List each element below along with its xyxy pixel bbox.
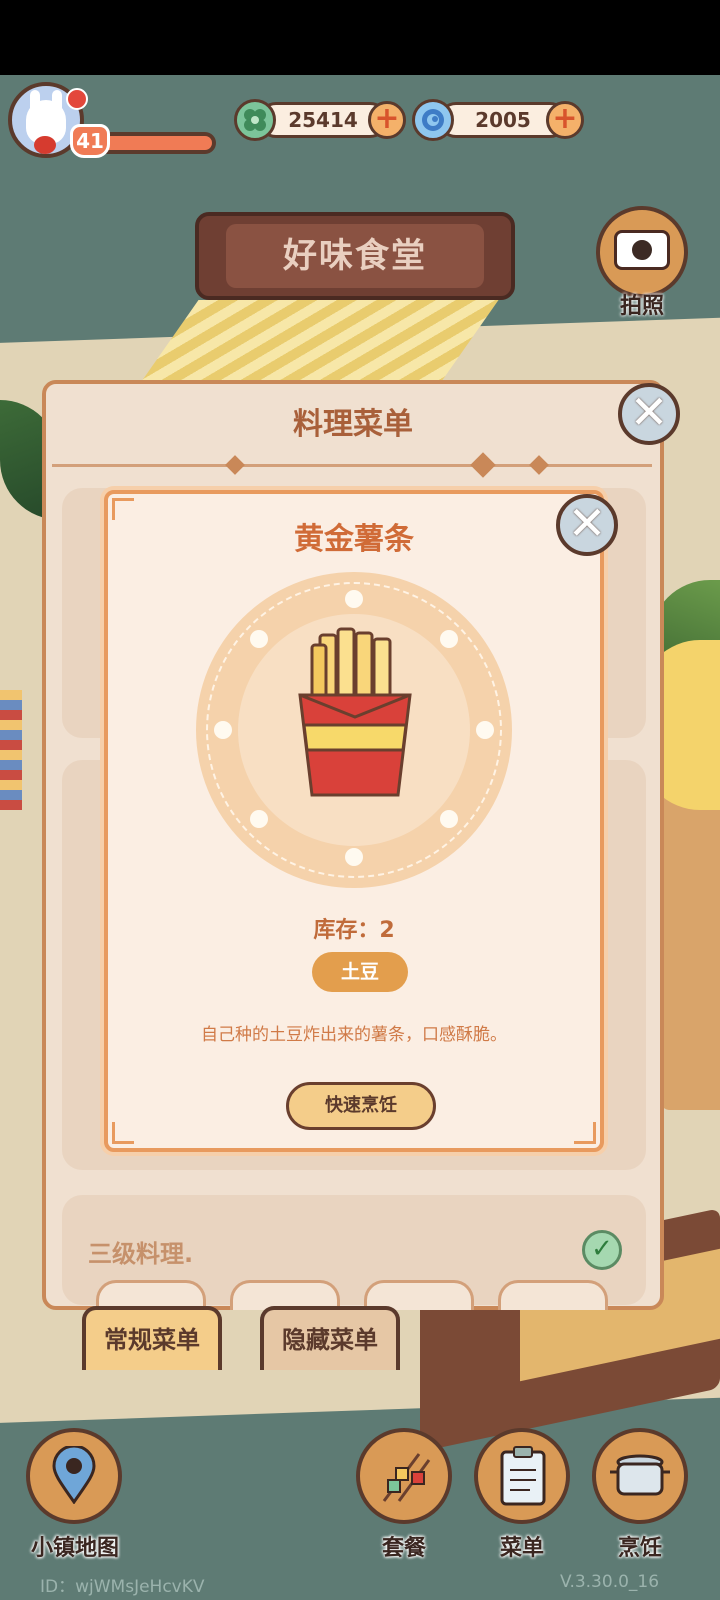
restaurant-name: 好味食堂 (283, 236, 427, 276)
flower-pattern (440, 810, 458, 828)
set-meal-label: 套餐 (381, 1536, 426, 1561)
flower-pattern (250, 630, 268, 648)
flower-pattern (440, 630, 458, 648)
recipe-slot[interactable] (498, 1280, 608, 1310)
map-label: 小镇地图 (30, 1536, 119, 1561)
popup-corner-ornament (574, 1122, 596, 1144)
status-bar (0, 0, 720, 75)
section-three-label: 三级料理. (88, 1240, 194, 1268)
flower-pattern (345, 848, 363, 866)
close-menu-button[interactable]: ✕ (618, 383, 680, 445)
version-label: V.3.30.0_16 (560, 1572, 660, 1592)
camera-label: 拍照 (619, 294, 664, 319)
clover-coin-icon (234, 99, 276, 141)
flower-pattern (345, 590, 363, 608)
flower-pattern (476, 721, 494, 739)
swirl-gem-icon (412, 99, 454, 141)
menu-label: 菜单 (499, 1536, 544, 1561)
flower-pattern (250, 810, 268, 828)
french-fries-icon (298, 627, 412, 797)
dish-name: 黄金薯条 (294, 522, 414, 557)
flower-pattern (214, 721, 232, 739)
player-id: ID：wjWMsJeHcvKV (40, 1577, 205, 1597)
stock-count: 库存：2 (313, 918, 395, 943)
map-pin-icon (52, 1446, 96, 1504)
avatar-ear (30, 90, 40, 118)
notification-dot (66, 88, 88, 110)
popup-corner-ornament (112, 1122, 134, 1144)
shelf-decoration (0, 690, 22, 810)
tomato-icon (34, 136, 56, 154)
quick-cook-button[interactable]: 快速烹饪 (286, 1082, 436, 1130)
cook-label: 烹饪 (617, 1536, 662, 1561)
ingredient-tag: 土豆 (312, 952, 408, 992)
check-icon: ✓ (582, 1230, 622, 1270)
tab-regular-menu[interactable]: 常规菜单 (82, 1306, 222, 1370)
xp-bar-fill (100, 136, 212, 150)
menu-panel-title: 料理菜单 (293, 407, 413, 442)
level-badge: 41 (70, 124, 110, 158)
skewer-icon (382, 1453, 431, 1502)
add-coins-button[interactable]: + (368, 101, 406, 139)
pot-icon (610, 1454, 670, 1496)
tab-hidden-menu[interactable]: 隐藏菜单 (260, 1306, 400, 1370)
clipboard-icon (500, 1446, 546, 1506)
close-popup-button[interactable]: ✕ (556, 494, 618, 556)
panel-divider (52, 464, 652, 467)
camera-lens (629, 237, 655, 263)
dish-description: 自己种的土豆炸出来的薯条，口感酥脆。 (201, 1025, 507, 1045)
avatar-ear (52, 90, 62, 118)
game-screen: 41 25414 + 2005 + 好味食堂 拍照 料理菜单 三级料理. ✓ ✕… (0, 0, 720, 1600)
add-gems-button[interactable]: + (546, 101, 584, 139)
